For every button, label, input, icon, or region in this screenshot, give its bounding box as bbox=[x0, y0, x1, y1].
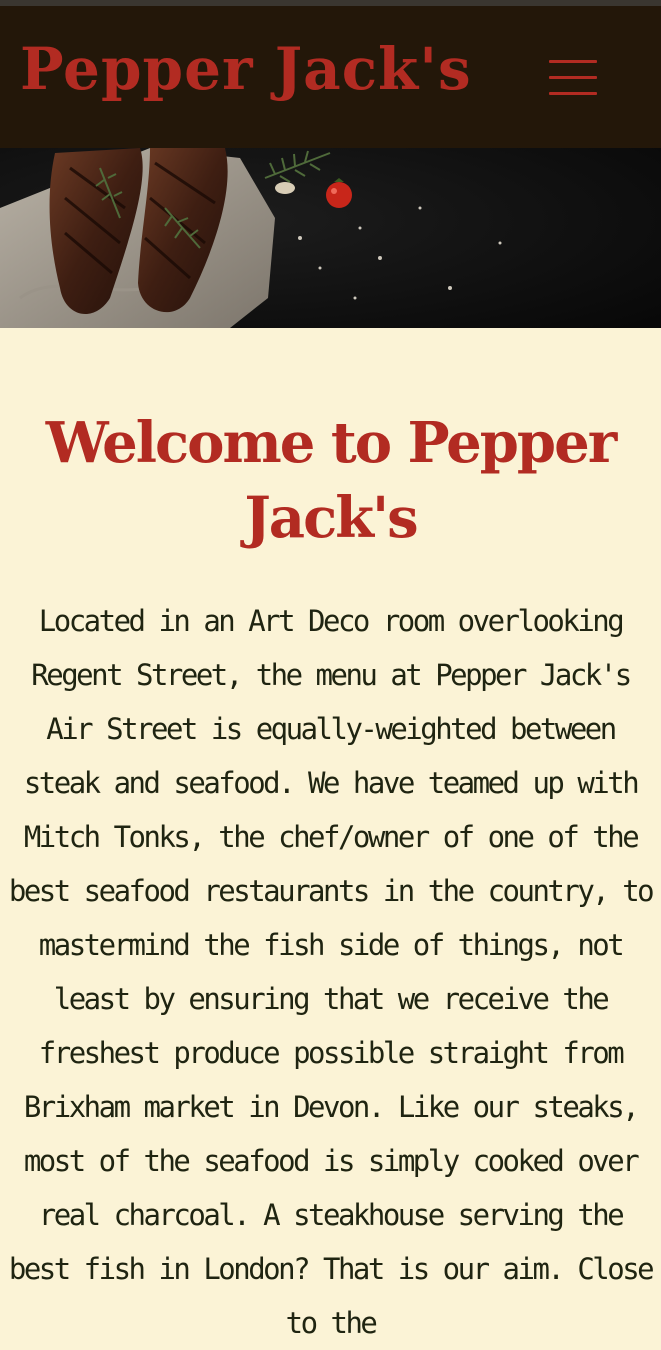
hero-image bbox=[0, 148, 661, 328]
menu-bar-bottom bbox=[549, 92, 597, 95]
menu-bar-top bbox=[549, 60, 597, 63]
navbar: Pepper Jack's bbox=[0, 6, 661, 148]
main-content: Welcome to Pepper Jack's Located in an A… bbox=[0, 328, 661, 1350]
intro-paragraph: Located in an Art Deco room overlooking … bbox=[8, 604, 655, 1340]
page-title: Welcome to Pepper Jack's bbox=[45, 410, 617, 551]
hamburger-menu-icon[interactable] bbox=[545, 58, 601, 98]
steak-photo-illustration bbox=[0, 148, 661, 328]
brand-logo-text[interactable]: Pepper Jack's bbox=[20, 40, 472, 98]
menu-bar-middle bbox=[549, 76, 597, 79]
